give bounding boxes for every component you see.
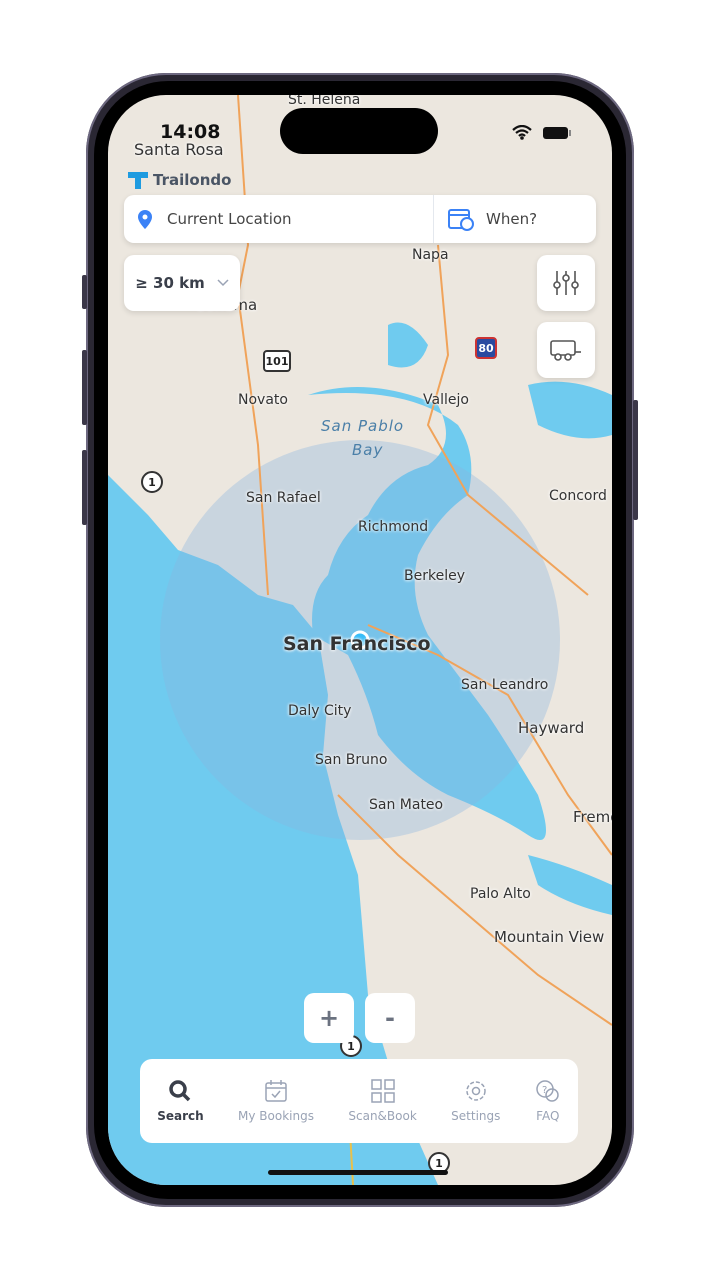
city-label: Vallejo xyxy=(423,392,469,408)
brand-logo: Trailondo xyxy=(128,170,231,190)
wifi-icon xyxy=(512,125,532,140)
dynamic-island xyxy=(280,108,438,154)
status-time: 14:08 xyxy=(160,121,221,143)
city-label: Concord xyxy=(549,488,607,504)
city-label: San Mateo xyxy=(369,797,444,813)
highway-shield: 80 xyxy=(475,337,497,359)
city-label: Berkeley xyxy=(404,568,465,584)
city-label: Mountain View xyxy=(494,928,605,946)
nav-settings[interactable]: Settings xyxy=(451,1079,500,1123)
gear-icon xyxy=(466,1081,486,1101)
screen: St. Helena Santa Rosa Napa Novato Vallej… xyxy=(108,95,612,1185)
bottom-nav: Search My Bookings Scan&Book Settings ? … xyxy=(140,1059,578,1143)
zoom-in-button[interactable]: + xyxy=(304,993,354,1043)
volume-down-button xyxy=(82,450,87,525)
status-icons xyxy=(512,125,572,140)
home-indicator[interactable] xyxy=(268,1170,448,1175)
nav-faq[interactable]: ? FAQ xyxy=(535,1079,561,1123)
svg-text:?: ? xyxy=(542,1085,547,1096)
grid-icon xyxy=(370,1079,395,1103)
filter-button[interactable] xyxy=(537,255,595,311)
when-field[interactable]: When? xyxy=(434,207,596,231)
location-pin-icon xyxy=(138,209,152,229)
mute-switch xyxy=(82,275,87,309)
highway-shield: 1 xyxy=(141,471,163,493)
city-label: Daly City xyxy=(288,703,352,719)
highway-shield: 101 xyxy=(263,350,291,372)
nav-search[interactable]: Search xyxy=(157,1079,204,1123)
radius-dropdown[interactable]: ≥ 30 km xyxy=(124,255,240,311)
city-label: Napa xyxy=(412,247,449,263)
bay-label: Bay xyxy=(352,441,384,459)
bay-label: San Pablo xyxy=(321,417,405,435)
volume-up-button xyxy=(82,350,87,425)
city-label: San Rafael xyxy=(246,490,321,506)
power-button xyxy=(633,400,638,520)
nav-my-bookings[interactable]: My Bookings xyxy=(238,1079,314,1123)
city-label: Novato xyxy=(238,392,288,408)
calendar-clock-icon xyxy=(448,209,474,231)
calendar-check-icon xyxy=(265,1080,287,1102)
city-label: San Francisco xyxy=(283,633,431,655)
trailer-icon xyxy=(550,340,581,361)
search-icon xyxy=(169,1080,191,1102)
question-chat-icon: ? xyxy=(536,1080,559,1102)
city-label: San Bruno xyxy=(315,752,388,768)
chevron-down-icon xyxy=(217,279,229,287)
city-label: San Leandro xyxy=(461,677,549,693)
city-label: Hayward xyxy=(518,719,585,737)
sliders-icon xyxy=(553,271,579,295)
city-label: Palo Alto xyxy=(470,886,531,902)
city-label: St. Helena xyxy=(288,95,361,108)
trailondo-logo-icon xyxy=(128,172,148,189)
city-label: Richmond xyxy=(358,519,429,535)
trailer-button[interactable] xyxy=(537,322,595,378)
zoom-out-button[interactable]: - xyxy=(365,993,415,1043)
nav-scan-book[interactable]: Scan&Book xyxy=(348,1079,417,1123)
battery-icon xyxy=(543,126,571,139)
location-field[interactable]: Current Location xyxy=(124,195,434,243)
city-label: Fremont xyxy=(573,808,612,826)
search-bar: Current Location When? xyxy=(124,195,596,243)
